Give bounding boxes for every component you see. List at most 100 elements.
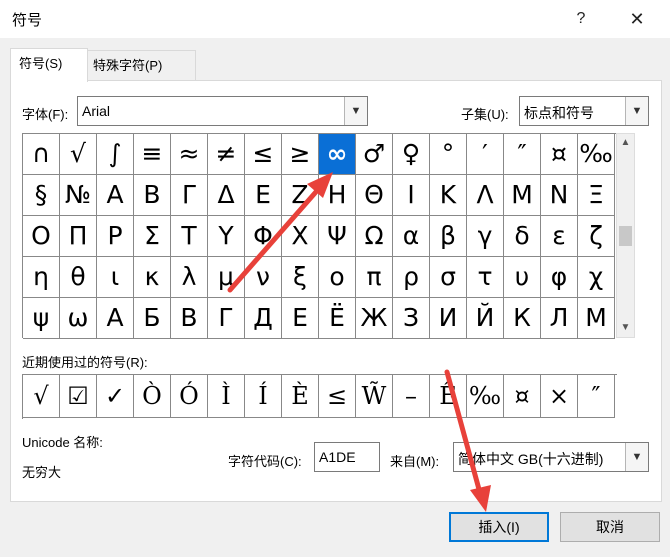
recent-symbol-cell[interactable]: È <box>282 375 319 418</box>
symbol-cell[interactable]: ° <box>430 134 467 175</box>
symbol-cell[interactable]: κ <box>134 257 171 298</box>
symbol-cell[interactable]: Ж <box>356 298 393 339</box>
recent-symbol-cell[interactable]: Ò <box>134 375 171 418</box>
recent-symbol-cell[interactable]: ≤ <box>319 375 356 418</box>
symbol-cell[interactable]: Ε <box>245 175 282 216</box>
symbol-cell[interactable]: ≈ <box>171 134 208 175</box>
symbol-cell[interactable]: π <box>356 257 393 298</box>
help-button[interactable]: ? <box>558 2 604 36</box>
symbol-cell[interactable]: φ <box>541 257 578 298</box>
symbol-cell[interactable]: Ρ <box>97 216 134 257</box>
symbol-cell[interactable]: Й <box>467 298 504 339</box>
symbol-cell[interactable]: υ <box>504 257 541 298</box>
symbol-cell[interactable]: Φ <box>245 216 282 257</box>
symbol-cell[interactable]: ω <box>60 298 97 339</box>
subset-select[interactable]: 标点和符号 ▼ <box>519 96 649 126</box>
symbol-cell[interactable]: Ψ <box>319 216 356 257</box>
symbol-cell[interactable]: В <box>134 175 171 216</box>
from-select[interactable]: 简体中文 GB(十六进制) ▼ <box>453 442 649 472</box>
symbol-cell[interactable]: Υ <box>208 216 245 257</box>
symbol-cell[interactable]: Κ <box>430 175 467 216</box>
symbol-cell[interactable]: Б <box>134 298 171 339</box>
recent-symbol-cell[interactable]: ″ <box>578 375 615 418</box>
symbol-cell[interactable]: ≡ <box>134 134 171 175</box>
symbol-cell[interactable]: Μ <box>504 175 541 216</box>
symbol-cell[interactable]: Γ <box>171 175 208 216</box>
symbol-cell[interactable]: ≥ <box>282 134 319 175</box>
symbol-cell[interactable]: № <box>60 175 97 216</box>
symbol-cell-selected[interactable]: ∞ <box>319 134 356 175</box>
symbol-cell[interactable]: μ <box>208 257 245 298</box>
symbol-cell[interactable]: ≤ <box>245 134 282 175</box>
scroll-thumb[interactable] <box>619 226 632 246</box>
scroll-down-icon[interactable]: ▼ <box>617 319 634 337</box>
symbol-cell[interactable]: ξ <box>282 257 319 298</box>
symbol-cell[interactable]: Π <box>60 216 97 257</box>
symbol-cell[interactable]: ∩ <box>23 134 60 175</box>
symbol-cell[interactable]: М <box>578 298 615 339</box>
symbol-cell[interactable]: Δ <box>208 175 245 216</box>
chevron-down-icon[interactable]: ▼ <box>625 97 648 125</box>
symbol-cell[interactable]: ≠ <box>208 134 245 175</box>
symbol-cell[interactable]: Ι <box>393 175 430 216</box>
symbol-cell[interactable]: ψ <box>23 298 60 339</box>
symbol-cell[interactable]: ζ <box>578 216 615 257</box>
char-code-input[interactable]: A1DE <box>314 442 380 472</box>
symbol-cell[interactable]: ‰ <box>578 134 615 175</box>
symbol-cell[interactable]: Л <box>541 298 578 339</box>
symbol-cell[interactable]: Д <box>245 298 282 339</box>
recent-symbols-grid[interactable]: √ ☑ ✓ Ò Ó Ì Í È ≤ W̃ – Ê ‰ ¤ × ″ <box>22 374 617 419</box>
symbol-cell[interactable]: √ <box>60 134 97 175</box>
symbol-cell[interactable]: θ <box>60 257 97 298</box>
chevron-down-icon[interactable]: ▼ <box>625 443 648 471</box>
symbol-cell[interactable]: Χ <box>282 216 319 257</box>
symbol-cell[interactable]: ο <box>319 257 356 298</box>
symbol-cell[interactable]: τ <box>467 257 504 298</box>
symbol-cell[interactable]: Ν <box>541 175 578 216</box>
symbol-cell[interactable]: Ξ <box>578 175 615 216</box>
symbol-cell[interactable]: ♂ <box>356 134 393 175</box>
recent-symbol-cell[interactable]: Ó <box>171 375 208 418</box>
symbol-cell[interactable]: Θ <box>356 175 393 216</box>
symbol-cell[interactable]: ′ <box>467 134 504 175</box>
recent-symbol-cell[interactable]: √ <box>23 375 60 418</box>
scroll-up-icon[interactable]: ▲ <box>617 134 634 152</box>
symbol-cell[interactable]: λ <box>171 257 208 298</box>
recent-symbol-cell[interactable]: × <box>541 375 578 418</box>
symbol-cell[interactable]: ¤ <box>541 134 578 175</box>
symbol-cell[interactable]: ♀ <box>393 134 430 175</box>
symbol-cell[interactable]: ν <box>245 257 282 298</box>
symbol-grid-scrollbar[interactable]: ▲ ▼ <box>616 133 635 338</box>
symbol-cell[interactable]: ρ <box>393 257 430 298</box>
recent-symbol-cell[interactable]: Ì <box>208 375 245 418</box>
symbol-cell[interactable]: Ω <box>356 216 393 257</box>
tab-special-characters[interactable]: 特殊字符(P) <box>84 50 196 81</box>
recent-symbol-cell[interactable]: Í <box>245 375 282 418</box>
recent-symbol-cell[interactable]: – <box>393 375 430 418</box>
symbol-cell[interactable]: ″ <box>504 134 541 175</box>
symbol-cell[interactable]: Е <box>282 298 319 339</box>
cancel-button[interactable]: 取消 <box>560 512 660 542</box>
symbol-cell[interactable]: ι <box>97 257 134 298</box>
symbol-cell[interactable]: χ <box>578 257 615 298</box>
recent-symbol-cell[interactable]: W̃ <box>356 375 393 418</box>
symbol-cell[interactable]: А <box>97 298 134 339</box>
symbol-cell[interactable]: α <box>393 216 430 257</box>
symbol-cell[interactable]: З <box>393 298 430 339</box>
insert-button[interactable]: 插入(I) <box>449 512 549 542</box>
symbol-cell[interactable]: § <box>23 175 60 216</box>
symbol-cell[interactable]: Σ <box>134 216 171 257</box>
symbol-cell[interactable]: β <box>430 216 467 257</box>
recent-symbol-cell[interactable]: ¤ <box>504 375 541 418</box>
symbol-cell[interactable]: В <box>171 298 208 339</box>
symbol-cell[interactable]: Ζ <box>282 175 319 216</box>
symbol-cell[interactable]: Η <box>319 175 356 216</box>
symbol-cell[interactable]: А <box>97 175 134 216</box>
symbol-cell[interactable]: η <box>23 257 60 298</box>
symbol-cell[interactable]: σ <box>430 257 467 298</box>
symbol-cell[interactable]: И <box>430 298 467 339</box>
chevron-down-icon[interactable]: ▼ <box>344 97 367 125</box>
symbol-cell[interactable]: ∫ <box>97 134 134 175</box>
symbol-grid[interactable]: ∩ √ ∫ ≡ ≈ ≠ ≤ ≥ ∞ ♂ ♀ ° ′ ″ ¤ ‰ § № А В Γ Δ Ε Ζ Η Θ Ι Κ Λ Μ Ν Ξ Ο Π Ρ Σ Τ Υ Φ Χ… <box>22 133 617 339</box>
symbol-cell[interactable]: Ο <box>23 216 60 257</box>
